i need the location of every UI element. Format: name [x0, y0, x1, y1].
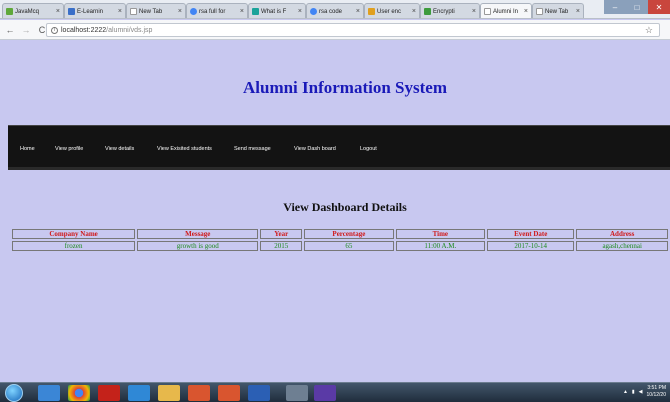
- volume-icon[interactable]: ◀: [639, 389, 643, 395]
- nav-view-existing-students[interactable]: View Exisited students: [157, 146, 212, 152]
- column-header-address: Address: [576, 229, 668, 239]
- browser-tab-strip: JavaMcq × E-Learnin × New Tab × rsa full…: [0, 0, 670, 19]
- nav-view-details[interactable]: View details: [105, 146, 134, 152]
- grid-icon: [368, 8, 375, 15]
- browser-tab[interactable]: Encrypti ×: [420, 3, 480, 18]
- nav-logout[interactable]: Logout: [360, 146, 377, 152]
- tab-label: User enc: [377, 8, 402, 15]
- address-bar[interactable]: i localhost:2222/alumni/vds.jsp ☆: [46, 23, 660, 37]
- teal-square-icon: [252, 8, 259, 15]
- back-arrow-icon[interactable]: ←: [4, 25, 16, 35]
- browser-tab[interactable]: rsa code ×: [306, 3, 364, 18]
- system-tray: ▲ ▮ ◀ 3:51 PM 10/12/20: [623, 385, 666, 399]
- close-icon[interactable]: ×: [238, 8, 244, 15]
- close-icon[interactable]: ×: [522, 8, 528, 15]
- clock[interactable]: 3:51 PM 10/12/20: [647, 385, 666, 399]
- explorer-icon[interactable]: [38, 385, 60, 401]
- browser-tab[interactable]: JavaMcq ×: [2, 3, 64, 18]
- network-icon[interactable]: ▮: [632, 389, 635, 395]
- browser-tab[interactable]: What is F ×: [248, 3, 306, 18]
- cell-company: frozen: [12, 241, 136, 251]
- blank-page-icon: [536, 8, 543, 15]
- cell-time: 11:00 A.M.: [395, 241, 485, 251]
- page-title: Alumni Information System: [242, 78, 447, 97]
- settings-icon[interactable]: [286, 385, 308, 401]
- powerpoint-icon[interactable]: [218, 385, 240, 401]
- nav-home[interactable]: Home: [20, 146, 35, 152]
- close-icon[interactable]: ×: [176, 8, 182, 15]
- browser-tab[interactable]: New Tab ×: [126, 3, 186, 18]
- window-controls: – □ ✕: [604, 0, 670, 16]
- main-nav: Home View profile View details View Exis…: [8, 125, 670, 170]
- dashboard-table: Company Name Message Year Percentage Tim…: [10, 227, 670, 253]
- url-path: /alumni/vds.jsp: [106, 26, 153, 34]
- tab-label: What is F: [261, 8, 287, 15]
- chrome-icon[interactable]: [68, 385, 90, 401]
- taskbar: ▲ ▮ ◀ 3:51 PM 10/12/20: [0, 382, 670, 402]
- minimize-button[interactable]: –: [604, 0, 626, 14]
- column-header-percentage: Percentage: [304, 229, 394, 239]
- app-icon[interactable]: [314, 385, 336, 401]
- close-icon[interactable]: ×: [354, 8, 360, 15]
- close-icon[interactable]: ×: [470, 8, 476, 15]
- forward-arrow-icon[interactable]: →: [20, 25, 32, 35]
- internet-explorer-icon[interactable]: [128, 385, 150, 401]
- cell-percentage: 65: [304, 241, 394, 251]
- bookmark-star-icon[interactable]: ☆: [645, 25, 653, 36]
- word-icon[interactable]: [248, 385, 270, 401]
- close-window-button[interactable]: ✕: [648, 0, 670, 14]
- column-header-message: Message: [137, 229, 259, 239]
- table-header-row: Company Name Message Year Percentage Tim…: [12, 229, 668, 239]
- tab-label: Encrypti: [433, 8, 455, 15]
- browser-tab-active[interactable]: Alumni In ×: [480, 3, 532, 18]
- close-icon[interactable]: ×: [116, 8, 122, 15]
- nav-view-dashboard[interactable]: View Dash board: [294, 146, 336, 152]
- cell-message: growth is good: [137, 241, 259, 251]
- url-host: localhost:2222: [61, 26, 107, 34]
- tab-label: New Tab: [139, 8, 163, 15]
- close-icon[interactable]: ×: [574, 8, 580, 15]
- close-icon[interactable]: ×: [296, 8, 302, 15]
- acrobat-icon[interactable]: [98, 385, 120, 401]
- browser-toolbar: ← → C i localhost:2222/alumni/vds.jsp ☆: [0, 20, 670, 40]
- cell-year: 2015: [260, 241, 303, 251]
- section-title: View Dashboard Details: [283, 200, 407, 214]
- column-header-company: Company Name: [12, 229, 136, 239]
- nav-send-message[interactable]: Send message: [234, 146, 271, 152]
- maximize-button[interactable]: □: [626, 0, 648, 14]
- blank-page-icon: [484, 8, 491, 15]
- cell-address: agash,chennai: [576, 241, 668, 251]
- column-header-time: Time: [395, 229, 485, 239]
- clock-time: 3:51 PM: [647, 385, 666, 391]
- info-icon[interactable]: i: [51, 26, 58, 34]
- folder-icon[interactable]: [158, 385, 180, 401]
- table-row: frozen growth is good 2015 65 11:00 A.M.…: [12, 241, 668, 251]
- column-header-year: Year: [260, 229, 303, 239]
- tab-label: rsa code: [319, 8, 343, 15]
- column-header-event-date: Event Date: [487, 229, 575, 239]
- close-icon[interactable]: ×: [410, 8, 416, 15]
- close-icon[interactable]: ×: [54, 8, 60, 15]
- google-icon: [310, 8, 317, 15]
- cell-event-date: 2017-10-14: [487, 241, 575, 251]
- media-player-icon[interactable]: [188, 385, 210, 401]
- browser-tab[interactable]: User enc ×: [364, 3, 420, 18]
- nav-view-profile[interactable]: View profile: [55, 146, 83, 152]
- tray-arrow-icon[interactable]: ▲: [623, 389, 628, 395]
- tab-label: E-Learnin: [77, 8, 104, 15]
- tab-label: Alumni In: [493, 8, 519, 15]
- google-icon: [190, 8, 197, 15]
- browser-tab[interactable]: rsa full for ×: [186, 3, 248, 18]
- blue-page-icon: [68, 8, 75, 15]
- browser-tab[interactable]: E-Learnin ×: [64, 3, 126, 18]
- tab-label: rsa full for: [199, 8, 226, 15]
- blank-page-icon: [130, 8, 137, 15]
- green-grid-icon: [424, 8, 431, 15]
- browser-tab[interactable]: New Tab ×: [532, 3, 584, 18]
- clock-date: 10/12/20: [646, 392, 666, 398]
- tab-label: New Tab: [545, 8, 569, 15]
- start-button-icon[interactable]: [5, 384, 23, 402]
- tab-label: JavaMcq: [15, 8, 40, 15]
- green-page-icon: [6, 8, 13, 15]
